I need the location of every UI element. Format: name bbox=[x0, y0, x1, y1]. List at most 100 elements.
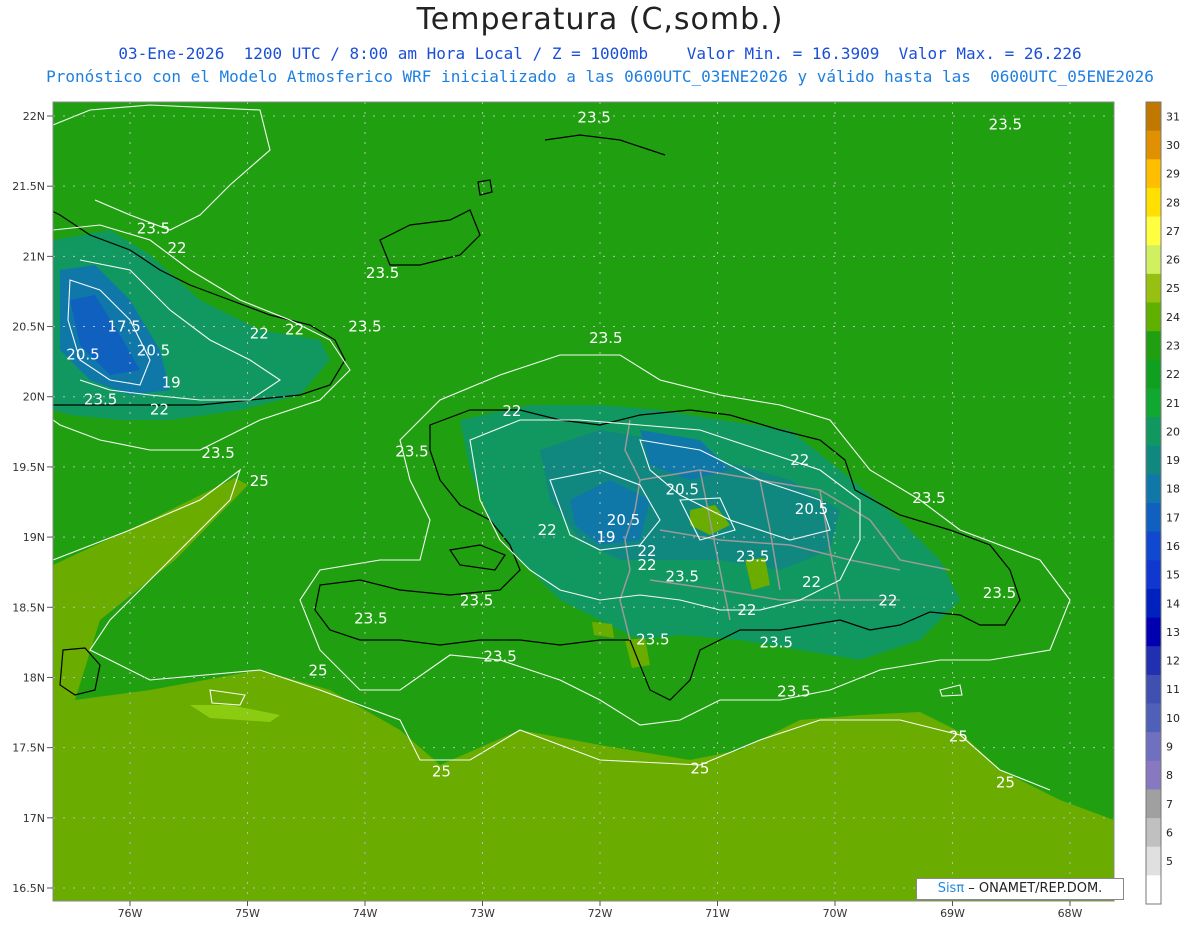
credit-text: – ONAMET/REP.DOM. bbox=[964, 881, 1103, 896]
contour-label: 20.5 bbox=[66, 346, 99, 364]
contour-label: 17.5 bbox=[107, 318, 140, 336]
contour-label: 23.5 bbox=[84, 391, 117, 409]
contour-label: 23.5 bbox=[760, 633, 793, 651]
contour-label: 23.5 bbox=[736, 548, 769, 566]
colorbar: 31 30 29 28 27 26 25 24 23 22 21 20 19 18 17 16 15 14 13 12… bbox=[1145, 101, 1180, 905]
contour-label: 19 bbox=[596, 528, 615, 546]
colorbar-swatch bbox=[1146, 445, 1161, 475]
contour-label: 23.5 bbox=[348, 318, 381, 336]
lat-tick-label: 18N bbox=[23, 671, 45, 684]
contour-label: 22 bbox=[285, 320, 304, 338]
colorbar-swatch bbox=[1146, 245, 1161, 275]
colorbar-swatch bbox=[1146, 818, 1161, 848]
contour-label: 22 bbox=[802, 573, 821, 591]
colorbar-label: 10 bbox=[1166, 712, 1180, 725]
contour-label: 19 bbox=[162, 374, 181, 392]
colorbar-label: 19 bbox=[1166, 454, 1180, 467]
contour-label: 23.5 bbox=[666, 567, 699, 585]
contour-label: 23.5 bbox=[912, 489, 945, 507]
colorbar-swatch bbox=[1146, 588, 1161, 619]
lat-tick-label: 20N bbox=[23, 391, 45, 404]
colorbar-swatch bbox=[1146, 760, 1161, 790]
contour-label: 23.5 bbox=[460, 591, 493, 609]
colorbar-label: 15 bbox=[1166, 569, 1180, 582]
contour-label: 23.5 bbox=[589, 329, 622, 347]
contour-label: 25 bbox=[690, 760, 709, 778]
contour-label: 23.5 bbox=[395, 442, 428, 460]
colorbar-label: 29 bbox=[1166, 168, 1180, 181]
colorbar-label: 25 bbox=[1166, 282, 1180, 295]
lat-tick-label: 22N bbox=[23, 110, 45, 123]
contour-label: 22 bbox=[150, 400, 169, 418]
colorbar-swatch bbox=[1146, 187, 1161, 218]
lat-tick-label: 18.5N bbox=[12, 601, 45, 614]
contour-label: 23.5 bbox=[366, 264, 399, 282]
colorbar-swatch bbox=[1146, 617, 1161, 647]
colorbar-label: 31 bbox=[1166, 110, 1180, 123]
lon-tick-label: 68W bbox=[1058, 907, 1083, 920]
contour-label: 22 bbox=[637, 556, 656, 574]
colorbar-label: 26 bbox=[1166, 254, 1180, 267]
contour-label: 23.5 bbox=[483, 647, 516, 665]
contour-label: 23.5 bbox=[983, 584, 1016, 602]
colorbar-label: 24 bbox=[1166, 311, 1180, 324]
lon-tick-label: 73W bbox=[470, 907, 495, 920]
colorbar-label: 13 bbox=[1166, 626, 1180, 639]
colorbar-swatch bbox=[1146, 846, 1161, 876]
contour-label: 23.5 bbox=[577, 108, 610, 126]
colorbar-swatch bbox=[1146, 216, 1161, 246]
colorbar-swatch bbox=[1146, 674, 1161, 704]
contour-label: 20.5 bbox=[607, 511, 640, 529]
contour-label: 22 bbox=[538, 521, 557, 539]
contour-label: 25 bbox=[308, 661, 327, 679]
contour-label: 23.5 bbox=[354, 610, 387, 628]
contour-label: 20.5 bbox=[666, 480, 699, 498]
sispi-logo: Sisπ bbox=[937, 881, 965, 896]
lat-tick-label: 21N bbox=[23, 250, 45, 263]
colorbar-swatch bbox=[1146, 102, 1161, 132]
colorbar-label: 12 bbox=[1166, 655, 1180, 668]
colorbar-label: 6 bbox=[1166, 826, 1173, 839]
colorbar-swatch bbox=[1146, 474, 1161, 504]
colorbar-label: 17 bbox=[1166, 511, 1180, 524]
colorbar-swatch bbox=[1146, 646, 1161, 676]
lon-tick-label: 76W bbox=[118, 907, 143, 920]
contour-label: 22 bbox=[167, 239, 186, 257]
colorbar-swatch bbox=[1146, 503, 1161, 533]
colorbar-label: 21 bbox=[1166, 397, 1180, 410]
lat-tick-label: 20.5N bbox=[12, 321, 45, 334]
colorbar-label: 18 bbox=[1166, 483, 1180, 496]
lon-tick-label: 75W bbox=[235, 907, 260, 920]
colorbar-swatch bbox=[1146, 732, 1161, 762]
lat-tick-label: 16.5N bbox=[12, 882, 45, 895]
contour-label: 23.5 bbox=[777, 682, 810, 700]
colorbar-label: 28 bbox=[1166, 196, 1180, 209]
colorbar-swatch bbox=[1146, 531, 1161, 561]
colorbar-label: 11 bbox=[1166, 683, 1180, 696]
colorbar-swatch bbox=[1146, 417, 1161, 447]
contour-label: 20.5 bbox=[795, 500, 828, 518]
colorbar-label: 16 bbox=[1166, 540, 1180, 553]
colorbar-swatch bbox=[1146, 875, 1161, 905]
colorbar-swatch bbox=[1146, 331, 1161, 361]
contour-label: 23.5 bbox=[636, 631, 669, 649]
contour-label: 23.5 bbox=[989, 115, 1022, 133]
lat-tick-label: 21.5N bbox=[12, 180, 45, 193]
colorbar-label: 23 bbox=[1166, 339, 1180, 352]
colorbar-swatch bbox=[1146, 388, 1161, 418]
colorbar-swatch bbox=[1146, 159, 1161, 189]
credit-box: Sisπ – ONAMET/REP.DOM. bbox=[916, 878, 1124, 900]
lon-tick-label: 74W bbox=[353, 907, 378, 920]
colorbar-label: 30 bbox=[1166, 139, 1180, 152]
temperature-map: 23.5 23.5 23.5 22 23.5 17.5 22 22 23.5 23.5 20.5 20… bbox=[12, 101, 1180, 920]
colorbar-label: 8 bbox=[1166, 769, 1173, 782]
colorbar-label: 27 bbox=[1166, 225, 1180, 238]
contour-label: 25 bbox=[432, 762, 451, 780]
lon-tick-label: 72W bbox=[588, 907, 613, 920]
lat-tick-label: 19N bbox=[23, 531, 45, 544]
contour-label: 22 bbox=[790, 451, 809, 469]
lat-tick-label: 17N bbox=[23, 812, 45, 825]
colorbar-swatch bbox=[1146, 703, 1161, 733]
colorbar-label: 7 bbox=[1166, 798, 1173, 811]
colorbar-swatch bbox=[1146, 359, 1161, 389]
